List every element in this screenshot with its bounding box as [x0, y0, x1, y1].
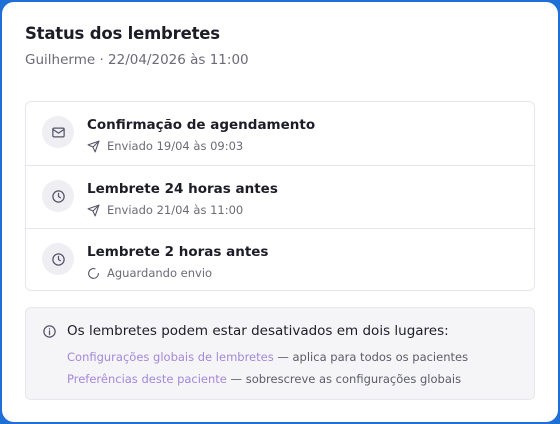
page-subtitle: Guilherme · 22/04/2026 às 11:00 — [25, 52, 249, 68]
reminder-status-text: Enviado 21/04 às 11:00 — [107, 203, 244, 217]
info-row: Preferências deste paciente — sobrescrev… — [67, 372, 461, 386]
reminder-title: Lembrete 24 horas antes — [87, 181, 278, 197]
clock-icon — [42, 243, 74, 275]
list-item: Confirmação de agendamento Enviado 19/04… — [26, 102, 534, 165]
reminder-status-text: Aguardando envio — [107, 266, 213, 280]
info-row-desc: — sobrescreve as configurações globais — [226, 372, 462, 386]
info-box: Os lembretes podem estar desativados em … — [25, 307, 535, 400]
info-text: Os lembretes podem estar desativados em … — [67, 323, 449, 339]
clock-icon — [42, 180, 74, 212]
list-item: Lembrete 24 horas antes Enviado 21/04 às… — [26, 165, 534, 228]
list-item: Lembrete 2 horas antes Aguardando envio — [26, 228, 534, 290]
mail-icon — [42, 116, 74, 148]
page-title: Status dos lembretes — [25, 24, 220, 43]
reminders-list: Confirmação de agendamento Enviado 19/04… — [25, 101, 535, 291]
reminder-title: Confirmação de agendamento — [87, 117, 316, 133]
info-row: Configurações globais de lembretes — apl… — [67, 350, 468, 364]
loading-icon — [88, 267, 99, 279]
reminder-status-text: Enviado 19/04 às 09:03 — [107, 139, 244, 153]
global-settings-link[interactable]: Configurações globais de lembretes — [67, 350, 274, 364]
reminder-title: Lembrete 2 horas antes — [87, 244, 269, 260]
reminder-status: Enviado 19/04 às 09:03 — [87, 139, 243, 153]
info-row-desc: — aplica para todos os pacientes — [273, 350, 469, 364]
info-icon — [43, 325, 56, 338]
send-icon — [87, 140, 100, 152]
reminder-status: Enviado 21/04 às 11:00 — [87, 203, 243, 217]
send-icon — [87, 204, 100, 216]
reminder-status: Aguardando envio — [87, 266, 212, 280]
reminder-status-dialog: Status dos lembretes Guilherme · 22/04/2… — [2, 2, 558, 422]
patient-preferences-link[interactable]: Preferências deste paciente — [67, 372, 227, 386]
